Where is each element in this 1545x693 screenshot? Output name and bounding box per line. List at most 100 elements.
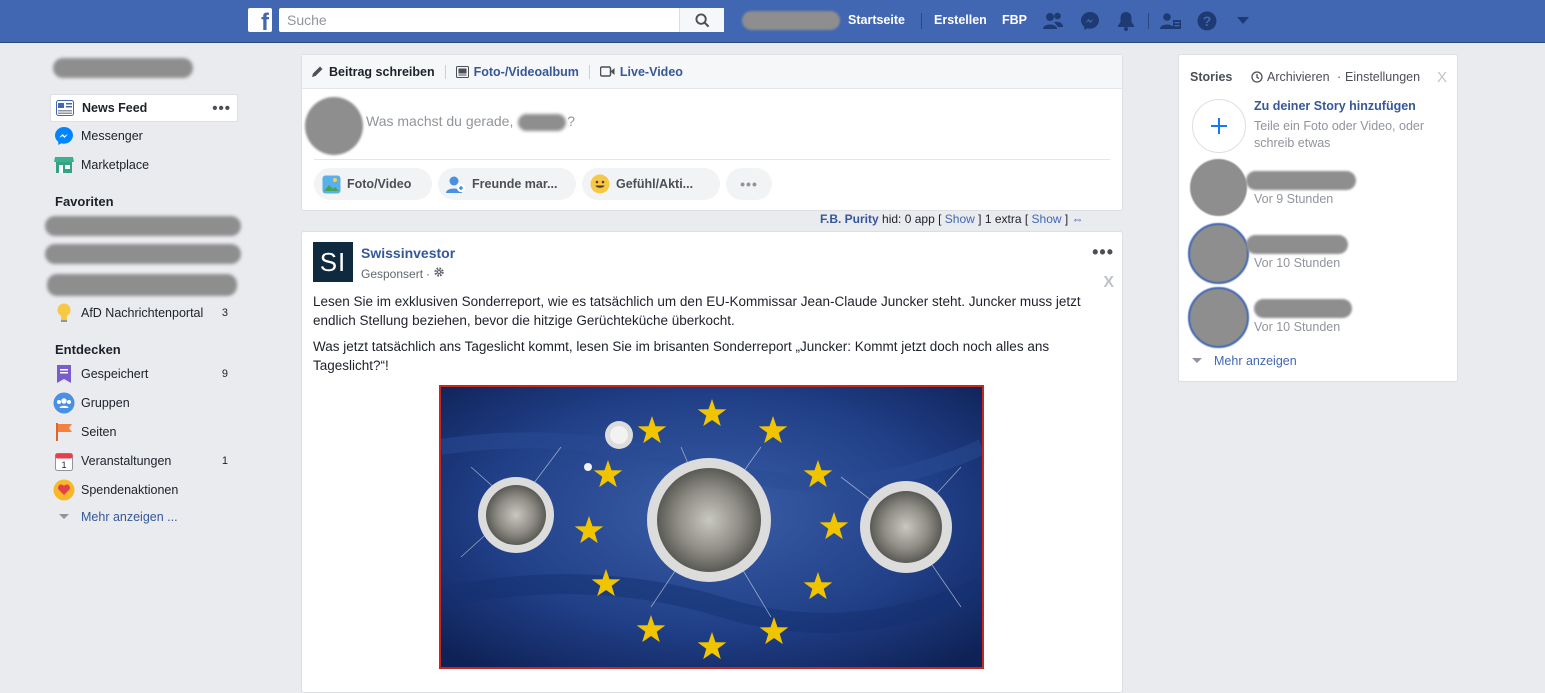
facebook-logo-icon[interactable]: f <box>248 8 272 32</box>
story-time: Vor 9 Stunden <box>1254 192 1334 206</box>
sidebar-item-marketplace[interactable]: Marketplace <box>50 152 236 178</box>
post-image[interactable] <box>439 385 984 669</box>
add-story-button[interactable] <box>1192 99 1246 153</box>
sponsored-label[interactable]: Gesponsert <box>361 267 423 281</box>
tag-friends-button[interactable]: Freunde mar... <box>438 168 576 200</box>
post-meta: Gesponsert · <box>361 266 445 281</box>
tab-label: Foto-/Videoalbum <box>473 64 579 79</box>
home-link[interactable]: Startseite <box>848 13 905 27</box>
create-link[interactable]: Erstellen <box>934 13 987 27</box>
fb-purity-show-extra-link[interactable]: Show <box>1032 212 1062 226</box>
messenger-icon <box>53 125 75 147</box>
help-question-icon[interactable]: ? <box>1196 10 1218 32</box>
quick-help-people-icon[interactable] <box>1160 10 1182 32</box>
svg-text:?: ? <box>1203 13 1212 29</box>
archive-clock-icon <box>1251 71 1263 83</box>
bookmark-icon <box>53 363 75 385</box>
page-avatar[interactable]: SI <box>313 242 353 282</box>
sidebar-item-events[interactable]: 1 Veranstaltungen 1 <box>50 448 236 474</box>
story-author-name[interactable] <box>1254 299 1352 318</box>
sidebar-item-news-feed[interactable]: News Feed ••• <box>50 94 238 122</box>
sidebar-show-more-link[interactable]: Mehr anzeigen ... <box>50 504 236 530</box>
sidebar-item-pages[interactable]: Seiten <box>50 419 236 445</box>
sidebar-item-favorite-hidden[interactable] <box>45 244 241 264</box>
sidebar-item-label: Messenger <box>81 129 143 143</box>
sidebar-item-label: Marketplace <box>81 158 150 172</box>
photo-video-button[interactable]: Foto/Video <box>314 168 432 200</box>
story-avatar[interactable] <box>1188 223 1249 284</box>
more-options-icon[interactable]: ••• <box>212 100 231 117</box>
fb-purity-show-apps-link[interactable]: Show <box>945 212 975 226</box>
link-label: Archivieren <box>1267 70 1330 84</box>
divider <box>444 64 446 79</box>
divider <box>314 159 1110 160</box>
gear-icon[interactable] <box>433 266 445 281</box>
sidebar-item-groups[interactable]: Gruppen <box>50 390 236 416</box>
lightbulb-icon <box>53 302 75 324</box>
marketplace-store-icon <box>53 154 75 176</box>
fbp-link[interactable]: FBP <box>1002 13 1027 27</box>
profile-link[interactable] <box>742 11 840 30</box>
tab-live-video[interactable]: Live-Video <box>599 64 683 79</box>
messenger-icon[interactable] <box>1079 10 1101 32</box>
eu-flag-bullet-holes-image <box>441 387 982 667</box>
stories-panel: Stories Archivieren · Einstellungen X Zu… <box>1178 54 1458 382</box>
post-paragraph: Was jetzt tatsächlich ans Tageslicht kom… <box>313 339 1050 373</box>
composer-input[interactable]: Was machst du gerade, ? <box>366 113 575 131</box>
sponsored-post: SI Swissinvestor Gesponsert · ••• X Lese… <box>301 231 1123 693</box>
composer-prompt-end: ? <box>567 113 576 129</box>
sidebar-item-label: Seiten <box>81 425 117 439</box>
fb-purity-status: F.B. Purity hid: 0 app [ Show ] 1 extra … <box>820 212 1084 226</box>
tab-label: Live-Video <box>619 64 683 79</box>
sidebar-item-favorite-hidden[interactable] <box>45 216 241 236</box>
hide-post-button[interactable]: X <box>1103 274 1114 292</box>
sidebar-item-saved[interactable]: Gespeichert 9 <box>50 361 236 387</box>
story-avatar[interactable] <box>1190 159 1247 216</box>
fb-purity-end: ] <box>1064 212 1069 226</box>
search-input[interactable] <box>285 8 679 32</box>
account-menu-chevron-icon[interactable] <box>1232 10 1254 32</box>
stories-settings-link[interactable]: Einstellungen <box>1345 70 1420 84</box>
button-label: Gefühl/Akti... <box>616 177 694 191</box>
sidebar-item-label: Spendenaktionen <box>81 483 179 497</box>
post-author-link[interactable]: Swissinvestor <box>361 245 455 261</box>
separator-dot: · <box>426 266 431 281</box>
add-story-title[interactable]: Zu deiner Story hinzufügen <box>1254 99 1416 113</box>
sidebar-item-afd-nachrichtenportal[interactable]: AfD Nachrichtenportal 3 <box>50 300 236 326</box>
link-label: Mehr anzeigen <box>1214 354 1297 368</box>
sidebar-item-fundraisers[interactable]: Spendenaktionen <box>50 477 236 503</box>
fb-purity-brand[interactable]: F.B. Purity <box>820 212 879 226</box>
post-options-icon[interactable]: ••• <box>1092 242 1114 263</box>
story-author-name[interactable] <box>1246 235 1348 254</box>
sidebar-item-favorite-hidden[interactable] <box>47 274 237 296</box>
story-avatar[interactable] <box>1188 287 1249 348</box>
button-label: Freunde mar... <box>472 177 558 191</box>
post-composer: Beitrag schreiben Foto-/Videoalbum Live-… <box>301 54 1123 211</box>
stories-archive-link[interactable]: Archivieren <box>1251 70 1330 84</box>
stories-show-more-link[interactable]: Mehr anzeigen <box>1192 354 1297 368</box>
notifications-bell-icon[interactable] <box>1115 10 1137 32</box>
separator-dot: · <box>1337 70 1342 84</box>
photo-album-icon <box>455 65 469 78</box>
search-button[interactable] <box>679 8 724 32</box>
button-label: Foto/Video <box>347 177 412 191</box>
story-author-name[interactable] <box>1246 171 1356 190</box>
search-box <box>279 8 724 32</box>
heart-coin-icon <box>53 479 75 501</box>
close-stories-button[interactable]: X <box>1437 69 1447 86</box>
discover-heading: Entdecken <box>55 342 121 357</box>
divider <box>921 13 922 29</box>
fb-purity-hid: hid: <box>882 212 902 226</box>
tab-write-post[interactable]: Beitrag schreiben <box>311 65 435 79</box>
sidebar-item-messenger[interactable]: Messenger <box>50 123 236 149</box>
svg-text:1: 1 <box>61 460 66 470</box>
top-navigation-bar: f Startseite Erstellen FBP ? <box>0 0 1545 43</box>
profile-name-link[interactable] <box>53 58 193 78</box>
groups-icon <box>53 392 75 414</box>
divider <box>588 64 590 79</box>
more-options-icon[interactable]: ••• <box>726 168 772 200</box>
tab-photo-video-album[interactable]: Foto-/Videoalbum <box>455 64 579 79</box>
feeling-activity-button[interactable]: Gefühl/Akti... <box>582 168 720 200</box>
friend-requests-icon[interactable] <box>1042 10 1064 32</box>
toggle-arrows-icon[interactable]: ⇔ <box>1072 212 1084 226</box>
